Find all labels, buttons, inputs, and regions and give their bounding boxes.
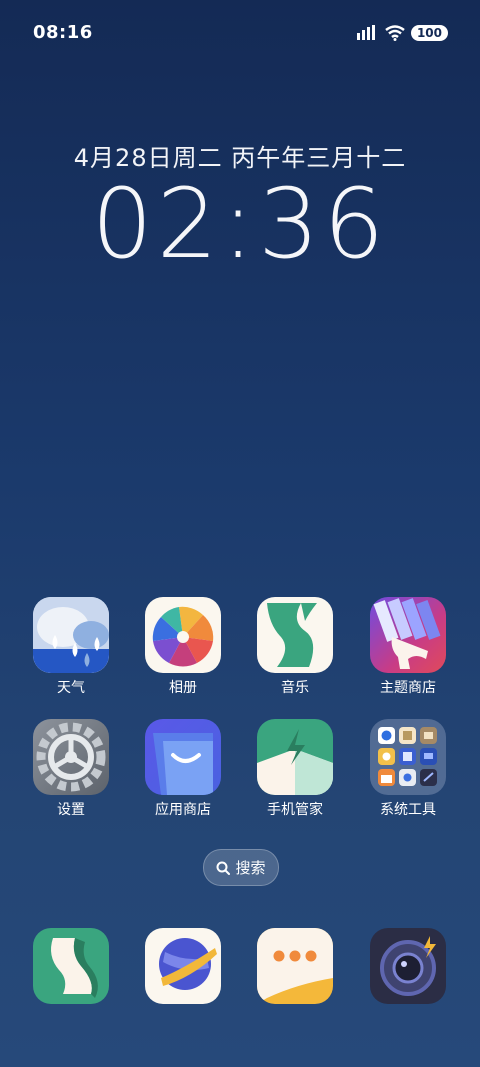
status-bar: 08:16 100 — [0, 0, 480, 68]
app-app-store[interactable]: 应用商店 — [133, 719, 233, 819]
system-tools-folder-icon — [370, 719, 446, 795]
settings-icon — [33, 719, 109, 795]
app-store-icon — [145, 719, 221, 795]
music-icon — [257, 597, 333, 673]
app-row: 天气 相册 音乐 主题商店 — [0, 597, 480, 707]
weather-icon — [33, 597, 109, 673]
status-time: 08:16 — [33, 22, 93, 43]
wifi-icon — [385, 25, 405, 41]
app-row: 设置 应用商店 手机管家 系统工具 — [0, 719, 480, 829]
app-label: 主题商店 — [380, 680, 436, 696]
app-label: 音乐 — [281, 680, 309, 696]
dock-camera[interactable] — [358, 928, 458, 1004]
search-label: 搜索 — [235, 859, 266, 877]
phone-icon — [33, 928, 109, 1004]
theme-store-icon — [370, 597, 446, 673]
dock-phone[interactable] — [21, 928, 121, 1004]
app-label: 应用商店 — [155, 802, 211, 818]
dock — [0, 928, 480, 1008]
app-system-tools[interactable]: 系统工具 — [358, 719, 458, 819]
app-phone-manager[interactable]: 手机管家 — [245, 719, 345, 819]
gallery-icon — [145, 597, 221, 673]
dock-browser[interactable] — [133, 928, 233, 1004]
camera-icon — [370, 928, 446, 1004]
dock-messages[interactable] — [245, 928, 345, 1004]
phone-manager-icon — [257, 719, 333, 795]
clock-time[interactable]: 02:36 — [0, 168, 480, 280]
messages-icon — [257, 928, 333, 1004]
app-label: 手机管家 — [267, 802, 323, 818]
search-icon — [216, 861, 231, 875]
app-theme-store[interactable]: 主题商店 — [358, 597, 458, 697]
app-gallery[interactable]: 相册 — [133, 597, 233, 697]
app-label: 天气 — [57, 680, 85, 696]
app-label: 系统工具 — [380, 802, 436, 818]
signal-icon — [356, 25, 375, 40]
app-settings[interactable]: 设置 — [21, 719, 121, 819]
app-weather[interactable]: 天气 — [21, 597, 121, 697]
battery-indicator: 100 — [410, 25, 448, 41]
app-label: 相册 — [169, 680, 197, 696]
app-label: 设置 — [57, 802, 85, 818]
status-icons: 100 — [356, 25, 448, 41]
app-music[interactable]: 音乐 — [245, 597, 345, 697]
search-button[interactable]: 搜索 — [203, 849, 279, 886]
browser-icon — [145, 928, 221, 1004]
